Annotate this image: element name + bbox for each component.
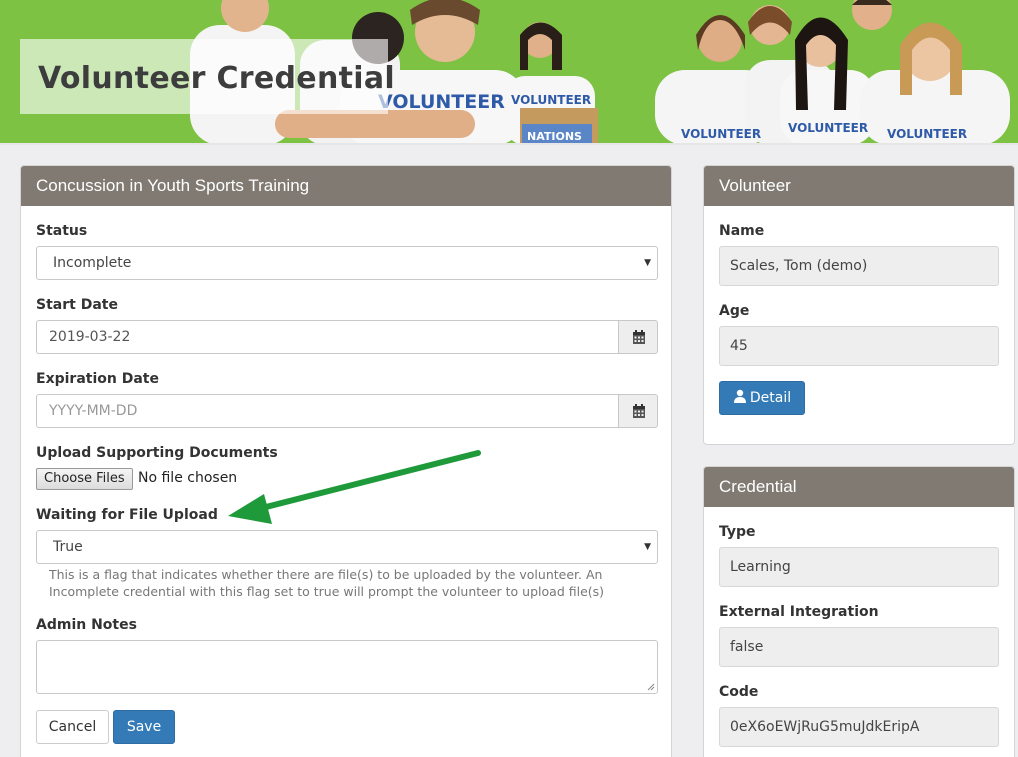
start-date-input[interactable]: 2019-03-22: [36, 320, 618, 354]
save-button[interactable]: Save: [113, 710, 175, 744]
calendar-icon: [633, 330, 645, 344]
caret-down-icon: ▼: [644, 258, 651, 268]
banner-title-box: Volunteer Credential: [20, 39, 395, 114]
volunteer-panel: Volunteer Name Scales, Tom (demo) Age 45…: [703, 165, 1015, 445]
age-label: Age: [719, 303, 750, 319]
shirt-text-5: VOLUNTEER: [887, 127, 967, 141]
detail-button[interactable]: Detail: [719, 381, 805, 415]
code-field: 0eX6oEWjRuG5muJdkEripA: [719, 707, 999, 747]
waiting-upload-label: Waiting for File Upload: [36, 507, 218, 523]
shirt-text-1: VOLUNTEER: [378, 91, 505, 113]
external-integration-label: External Integration: [719, 604, 879, 620]
help-line-1: This is a flag that indicates whether th…: [49, 567, 603, 582]
type-field: Learning: [719, 547, 999, 587]
training-panel: Concussion in Youth Sports Training Stat…: [20, 165, 672, 757]
shirt-text-4: VOLUNTEER: [788, 121, 868, 135]
credential-panel: Credential Type Learning External Integr…: [703, 466, 1015, 757]
help-line-2: Incomplete credential with this flag set…: [49, 584, 605, 599]
shirt-text-2: VOLUNTEER: [511, 93, 591, 107]
shirt-text-3: VOLUNTEER: [681, 127, 761, 141]
status-value: Incomplete: [53, 255, 132, 271]
expiration-date-input[interactable]: YYYY-MM-DD: [36, 394, 618, 428]
credential-panel-heading: Credential: [704, 467, 1014, 507]
detail-button-label: Detail: [749, 390, 792, 406]
waiting-upload-value: True: [53, 539, 83, 555]
status-select[interactable]: Incomplete ▼: [36, 246, 658, 280]
name-field: Scales, Tom (demo): [719, 246, 999, 286]
resize-grip-icon[interactable]: [647, 683, 655, 691]
file-status: No file chosen: [138, 470, 238, 486]
header-banner: VOLUNTEER VOLUNTEER NATIONS VOLUNTEER VO…: [0, 0, 1018, 145]
waiting-upload-help: This is a flag that indicates whether th…: [49, 566, 649, 600]
training-panel-heading: Concussion in Youth Sports Training: [21, 166, 671, 206]
expiration-date-group: YYYY-MM-DD: [36, 394, 658, 428]
choose-files-button[interactable]: Choose Files: [36, 468, 133, 490]
calendar-icon: [633, 404, 645, 418]
code-label: Code: [719, 684, 759, 700]
box-text: NATIONS: [527, 130, 582, 143]
page-title: Volunteer Credential: [38, 61, 395, 96]
external-integration-field: false: [719, 627, 999, 667]
status-label: Status: [36, 223, 88, 239]
admin-notes-label: Admin Notes: [36, 617, 137, 633]
name-label: Name: [719, 223, 765, 239]
admin-notes-textarea[interactable]: [36, 640, 658, 694]
waiting-upload-select[interactable]: True ▼: [36, 530, 658, 564]
volunteer-panel-heading: Volunteer: [704, 166, 1014, 206]
start-date-label: Start Date: [36, 297, 118, 313]
upload-label: Upload Supporting Documents: [36, 445, 278, 461]
user-icon: [733, 389, 746, 403]
caret-down-icon: ▼: [644, 542, 651, 552]
start-date-group: 2019-03-22: [36, 320, 658, 354]
type-label: Type: [719, 524, 756, 540]
age-field: 45: [719, 326, 999, 366]
expiration-date-label: Expiration Date: [36, 371, 159, 387]
start-date-calendar-button[interactable]: [618, 320, 658, 354]
cancel-button[interactable]: Cancel: [36, 710, 109, 744]
expiration-date-calendar-button[interactable]: [618, 394, 658, 428]
